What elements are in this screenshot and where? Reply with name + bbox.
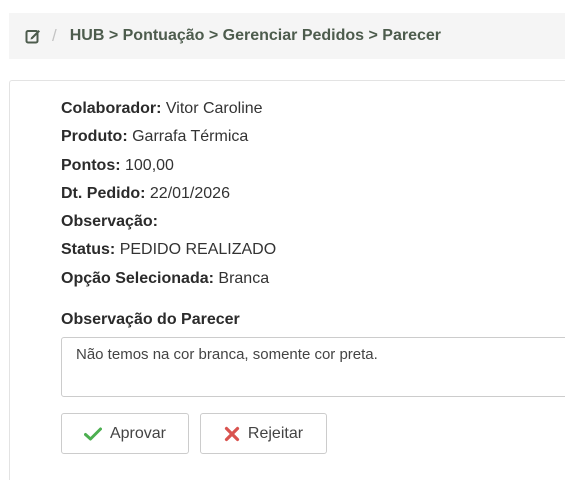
field-colaborador: Colaborador: Vitor Caroline [61, 99, 276, 127]
field-label: Opção Selecionada: [61, 269, 214, 287]
field-value: 22/01/2026 [149, 184, 230, 202]
order-detail-panel: Colaborador: Vitor Caroline Produto: Gar… [9, 80, 565, 480]
field-label: Produto: [61, 128, 128, 146]
field-value: Branca [218, 269, 270, 287]
field-produto: Produto: Garrafa Térmica [61, 127, 276, 155]
breadcrumb: / HUB > Pontuação > Gerenciar Pedidos > … [9, 13, 565, 59]
order-fields: Colaborador: Vitor Caroline Produto: Gar… [61, 99, 276, 297]
field-label: Observação: [61, 213, 158, 231]
x-icon [224, 426, 240, 441]
parecer-textarea[interactable]: Não temos na cor branca, somente cor pre… [61, 337, 565, 397]
field-observacao: Observação: [61, 212, 276, 240]
field-value: Vitor Caroline [165, 100, 263, 117]
field-status: Status: PEDIDO REALIZADO [61, 240, 276, 268]
reject-button-label: Rejeitar [247, 424, 304, 442]
approve-button[interactable]: Aprovar [61, 413, 189, 454]
breadcrumb-path[interactable]: HUB > Pontuação > Gerenciar Pedidos > Pa… [70, 27, 441, 45]
edit-square-icon[interactable] [25, 28, 41, 44]
field-label: Status: [61, 241, 116, 259]
reject-button[interactable]: Rejeitar [200, 413, 327, 454]
check-icon [83, 427, 102, 440]
breadcrumb-separator: / [52, 26, 57, 45]
parecer-label: Observação do Parecer [61, 311, 240, 328]
approve-button-label: Aprovar [109, 424, 167, 442]
field-label: Colaborador: [61, 100, 162, 117]
field-value: Garrafa Térmica [132, 128, 249, 146]
field-value: 100,00 [125, 156, 174, 174]
field-label: Dt. Pedido: [61, 184, 146, 202]
field-dt-pedido: Dt. Pedido: 22/01/2026 [61, 184, 276, 212]
field-pontos: Pontos: 100,00 [61, 156, 276, 184]
field-label: Pontos: [61, 156, 121, 174]
field-opcao-selecionada: Opção Selecionada: Branca [61, 269, 276, 297]
field-value: PEDIDO REALIZADO [119, 241, 277, 259]
